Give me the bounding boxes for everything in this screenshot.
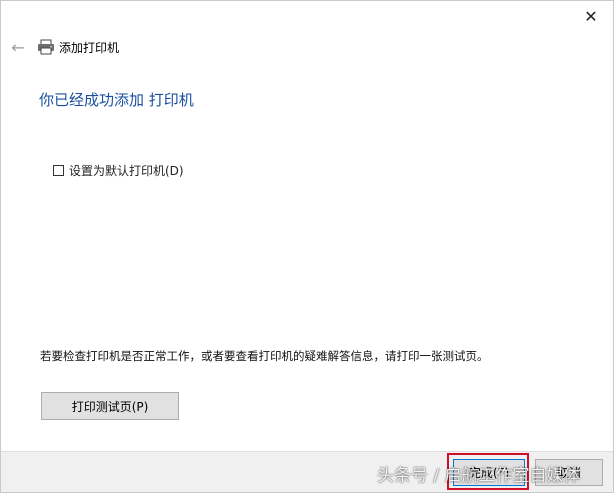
dialog-title: 添加打印机 — [59, 40, 120, 55]
title-bar: ✕ — [1, 1, 613, 31]
cancel-button[interactable]: 取消 — [535, 459, 603, 486]
set-default-printer-checkbox[interactable] — [53, 165, 64, 176]
navigation-header: ← 添加打印机 — [1, 31, 613, 63]
close-icon: ✕ — [584, 6, 598, 26]
page-heading: 你已经成功添加 打印机 — [39, 91, 194, 109]
printer-icon — [37, 39, 55, 55]
add-printer-dialog: ✕ ← 添加打印机 你已经成功添加 打印机 设置为默认打印机(D) 若要检查打印… — [0, 0, 614, 493]
close-button[interactable]: ✕ — [569, 1, 613, 31]
test-page-info-text: 若要检查打印机是否正常工作，或者要查看打印机的疑难解答信息，请打印一张测试页。 — [40, 349, 489, 363]
set-default-printer-option[interactable]: 设置为默认打印机(D) — [53, 162, 184, 179]
finish-button[interactable]: 完成(F) — [453, 459, 525, 486]
print-test-page-button[interactable]: 打印测试页(P) — [41, 392, 179, 420]
set-default-printer-label: 设置为默认打印机(D) — [69, 164, 184, 178]
back-arrow-icon: ← — [11, 37, 25, 57]
back-button[interactable]: ← — [3, 32, 33, 62]
